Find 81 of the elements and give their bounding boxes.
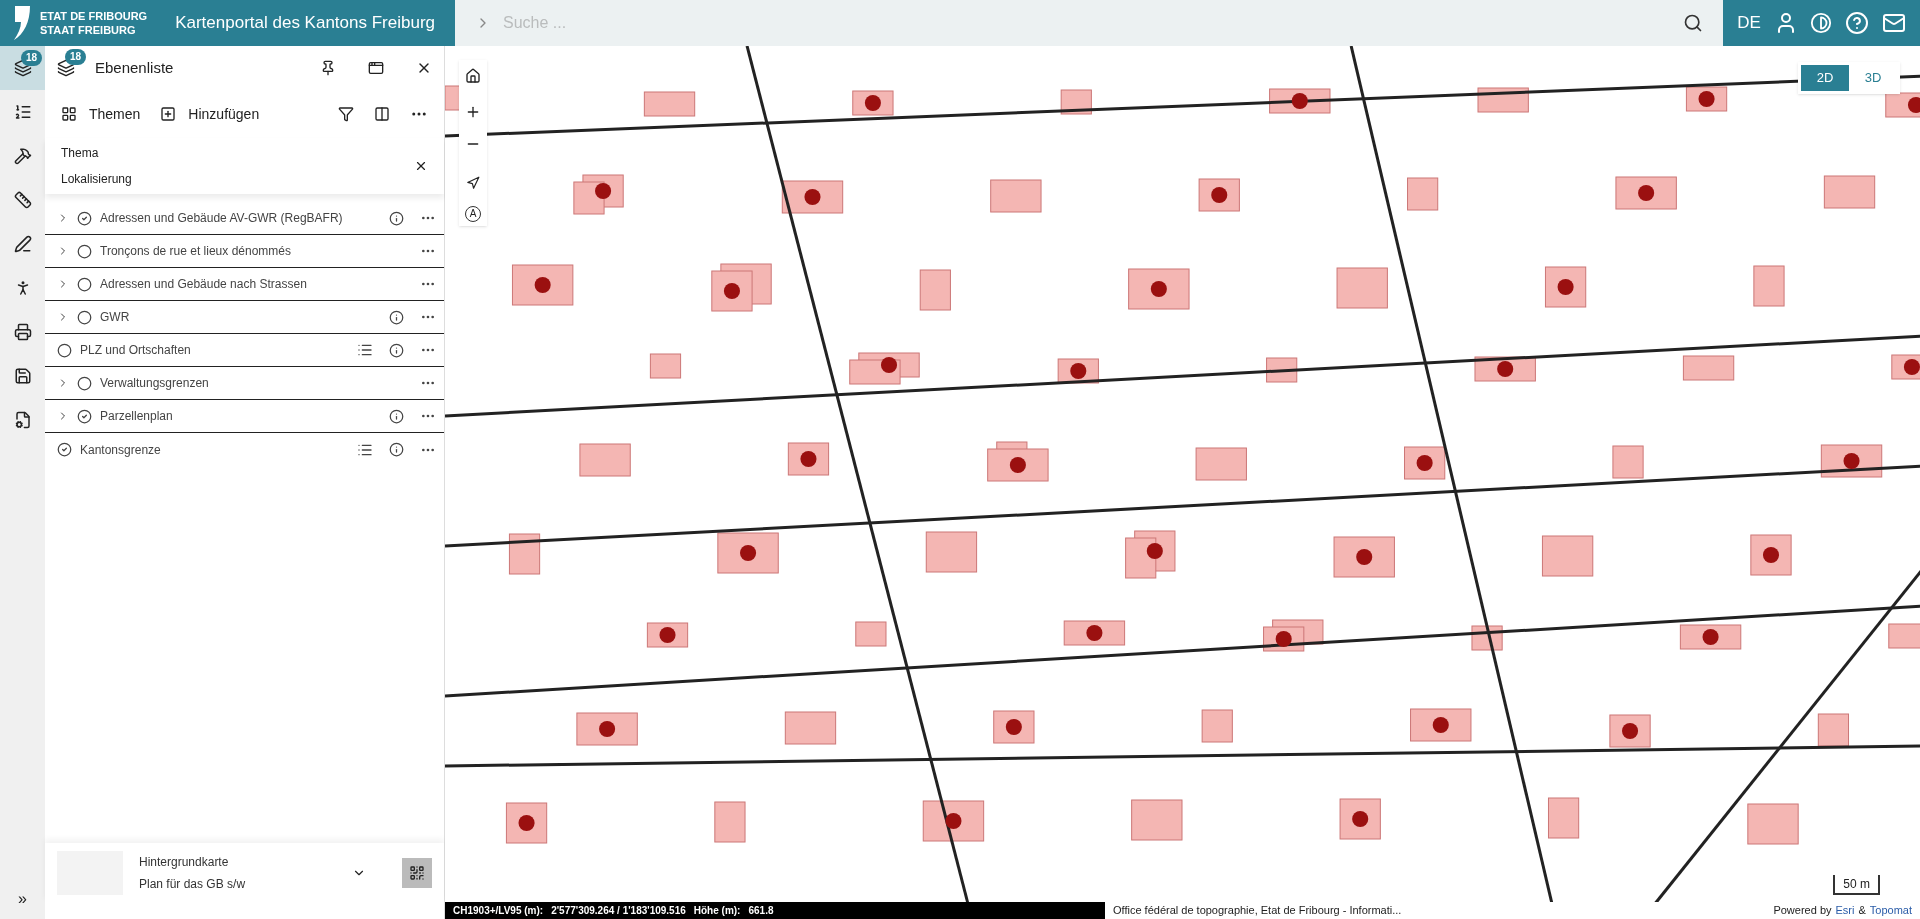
close-icon[interactable] xyxy=(414,159,428,173)
info-icon[interactable] xyxy=(389,442,404,457)
logo-icon xyxy=(12,4,32,42)
help-icon[interactable] xyxy=(1844,11,1869,35)
powered-by-text: Powered by xyxy=(1773,903,1832,919)
scale-bar: 50 m xyxy=(1833,875,1880,895)
coordinates-label: CH1903+/LV95 (m): xyxy=(453,904,544,918)
legend-icon[interactable] xyxy=(357,342,373,358)
info-icon[interactable] xyxy=(389,342,404,358)
columns-icon[interactable] xyxy=(374,106,390,122)
save-icon xyxy=(13,367,32,385)
layer-row[interactable]: Tronçons de rue et lieux dénommés xyxy=(45,235,444,268)
layer-name: Kantonsgrenze xyxy=(80,441,162,459)
basemap-value: Plan für das GB s/w xyxy=(139,876,247,893)
unchecked-circle-icon[interactable] xyxy=(77,276,92,292)
zoom-in-icon[interactable] xyxy=(465,104,481,120)
layer-name: GWR xyxy=(100,309,131,326)
ampersand-text: & xyxy=(1858,903,1866,919)
org-name: ETAT DE FRIBOURG xyxy=(40,9,148,23)
layer-row[interactable]: PLZ und Ortschaften xyxy=(45,334,444,367)
list-icon xyxy=(13,103,32,121)
checked-circle-icon[interactable] xyxy=(77,408,92,424)
home-icon[interactable] xyxy=(465,68,481,84)
pen-icon xyxy=(13,235,32,253)
mail-icon[interactable] xyxy=(1881,11,1906,35)
count-badge: 18 xyxy=(20,50,42,66)
layer-name: Adressen und Gebäude nach Strassen xyxy=(100,276,308,293)
layer-row[interactable]: GWR xyxy=(45,301,444,334)
theme-label: Thema xyxy=(61,145,100,162)
unchecked-circle-icon[interactable] xyxy=(77,309,92,325)
theme-value: Lokalisierung xyxy=(61,171,133,188)
contrast-icon[interactable] xyxy=(1810,12,1833,34)
info-icon[interactable] xyxy=(389,309,404,325)
window-icon[interactable] xyxy=(368,60,384,76)
map-view[interactable]: A 2D 3D 50 m CH1903+/LV95 (m): 2'577'309.264 / 1'183'109.516 Höhe (m): 661.8 Office fédéral de topographie, Etat de Fribourg - Informati... Powered by Esri & Topomat xyxy=(445,46,1920,919)
basemap-label: Hintergrundkarte xyxy=(139,854,230,871)
expand-button[interactable]: » xyxy=(0,879,45,919)
add-button[interactable]: Hinzufügen xyxy=(160,103,260,125)
app-title: Kartenportal des Kantons Freiburg xyxy=(175,12,436,35)
themes-button[interactable]: Themen xyxy=(61,103,141,125)
checked-circle-icon[interactable] xyxy=(57,442,72,457)
layer-name: PLZ und Ortschaften xyxy=(80,342,192,359)
qr-button[interactable] xyxy=(402,858,432,888)
info-icon[interactable] xyxy=(389,210,404,226)
layer-name: Parzellenplan xyxy=(100,408,174,425)
unchecked-circle-icon[interactable] xyxy=(57,342,72,358)
rail-button[interactable]: 18 xyxy=(0,46,45,90)
hammer-icon xyxy=(13,147,32,165)
unchecked-circle-icon[interactable] xyxy=(77,243,92,259)
printer-icon xyxy=(13,323,32,341)
checked-circle-icon[interactable] xyxy=(77,210,92,226)
layer-row[interactable]: Parzellenplan xyxy=(45,400,444,433)
filter-icon[interactable] xyxy=(338,106,354,122)
attribution-text: Office fédéral de topographie, Etat de Fribourg - Informati... xyxy=(1113,903,1402,919)
topomat-link[interactable]: Topomat xyxy=(1869,902,1912,919)
layer-name: Verwaltungsgrenzen xyxy=(100,375,210,392)
layer-row[interactable]: Verwaltungsgrenzen xyxy=(45,367,444,400)
search-icon[interactable] xyxy=(1683,13,1703,33)
org-name: STAAT FREIBURG xyxy=(40,23,137,37)
language-button[interactable]: DE xyxy=(1737,10,1761,36)
info-icon[interactable] xyxy=(389,408,404,424)
layer-name: Tronçons de rue et lieux dénommés xyxy=(100,243,292,260)
coordinates-value: 2'577'309.264 / 1'183'109.516 xyxy=(551,904,686,918)
layer-row[interactable]: Adressen und Gebäude nach Strassen xyxy=(45,268,444,301)
ruler-icon xyxy=(13,191,32,209)
add-icon xyxy=(160,106,177,122)
count-badge: 18 xyxy=(65,49,87,65)
panel-title: Ebenenliste xyxy=(95,57,175,78)
height-value: 661.8 xyxy=(748,904,774,918)
layers-icon xyxy=(13,59,32,77)
esri-link[interactable]: Esri xyxy=(1835,902,1855,919)
unchecked-circle-icon[interactable] xyxy=(77,375,92,391)
pin-icon[interactable] xyxy=(320,60,336,76)
form-gear-icon xyxy=(13,411,32,429)
layer-row[interactable]: Adressen und Gebäude AV-GWR (RegBAFR) xyxy=(45,202,444,235)
layer-name: Adressen und Gebäude AV-GWR (RegBAFR) xyxy=(100,210,344,227)
height-label: Höhe (m): xyxy=(693,904,741,918)
layers-icon xyxy=(57,59,75,77)
layer-row[interactable]: Kantonsgrenze xyxy=(45,433,444,466)
view-mode-tab[interactable]: 3D xyxy=(1849,65,1897,91)
view-mode-tab[interactable]: 2D xyxy=(1801,65,1849,91)
